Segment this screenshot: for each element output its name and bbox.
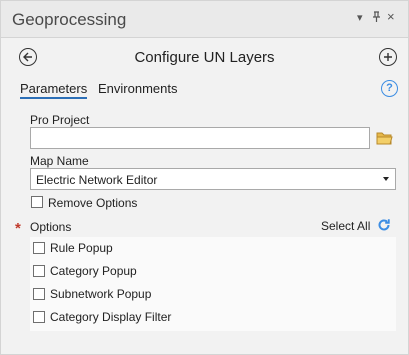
option-label: Category Display Filter (50, 310, 172, 324)
required-marker: * (15, 220, 21, 237)
option-checkbox[interactable] (33, 288, 45, 300)
option-label: Category Popup (50, 264, 137, 278)
list-item[interactable]: Rule Popup (30, 237, 396, 259)
pane-titlebar: Geoprocessing ▾ × (1, 1, 408, 38)
tab-environments[interactable]: Environments (98, 81, 177, 96)
list-item[interactable]: Subnetwork Popup (30, 283, 396, 305)
page-title: Configure UN Layers (134, 49, 275, 66)
option-checkbox[interactable] (33, 311, 45, 323)
help-icon[interactable]: ? (381, 80, 398, 97)
map-name-select[interactable]: Electric Network Editor (30, 168, 396, 190)
pin-icon[interactable] (372, 11, 381, 25)
map-name-value: Electric Network Editor (36, 173, 158, 187)
remove-options-label: Remove Options (48, 196, 138, 210)
tab-parameters[interactable]: Parameters (20, 81, 88, 99)
tab-bar: Parameters Environments (1, 79, 408, 101)
select-all-link[interactable]: Select All (321, 219, 370, 233)
pane-title: Geoprocessing (12, 10, 127, 29)
pane-options-icon[interactable]: ▾ (357, 11, 363, 24)
refresh-icon[interactable] (376, 217, 392, 236)
option-label: Rule Popup (50, 241, 113, 255)
chevron-down-icon (383, 177, 389, 181)
options-list: Rule Popup Category Popup Subnetwork Pop… (30, 237, 396, 331)
tool-header: Configure UN Layers (1, 37, 408, 77)
list-item[interactable]: Category Display Filter (30, 306, 396, 328)
options-label: Options (30, 220, 72, 234)
pro-project-input[interactable] (30, 127, 370, 149)
remove-options-checkbox[interactable] (31, 196, 43, 208)
option-label: Subnetwork Popup (50, 287, 152, 301)
option-checkbox[interactable] (33, 242, 45, 254)
pro-project-label: Pro Project (30, 113, 90, 127)
add-button[interactable] (379, 48, 397, 66)
list-item[interactable]: Category Popup (30, 260, 396, 282)
map-name-label: Map Name (30, 154, 89, 168)
option-checkbox[interactable] (33, 265, 45, 277)
geoprocessing-pane: Geoprocessing ▾ × Configure UN Layers Pa… (0, 0, 409, 355)
folder-icon[interactable] (376, 131, 393, 148)
plus-icon (384, 53, 392, 61)
close-icon[interactable]: × (387, 9, 395, 24)
